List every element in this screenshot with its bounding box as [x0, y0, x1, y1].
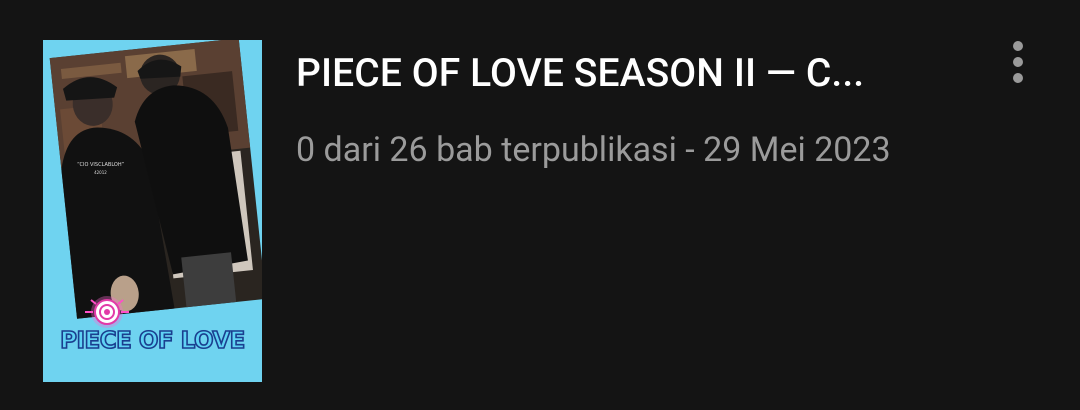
story-list-item[interactable]: “CIO VISCLABLOH” 42012 PIECE OF LOVE PIE… [0, 0, 1080, 410]
story-meta: 0 dari 26 bab terpublikasi - 29 Mei 2023 [296, 130, 891, 170]
more-vertical-icon [1013, 41, 1023, 51]
cover-title-text: PIECE OF LOVE [59, 327, 246, 355]
story-cover-image[interactable]: “CIO VISCLABLOH” 42012 PIECE OF LOVE [43, 40, 262, 382]
story-title[interactable]: PIECE OF LOVE SEASON II — C... [296, 50, 976, 96]
more-options-button[interactable] [996, 36, 1040, 88]
svg-text:“CIO VISCLABLOH”: “CIO VISCLABLOH” [77, 162, 124, 168]
more-vertical-icon-dot [1013, 57, 1023, 67]
more-vertical-icon-dot [1013, 73, 1023, 83]
svg-text:42012: 42012 [94, 170, 107, 175]
